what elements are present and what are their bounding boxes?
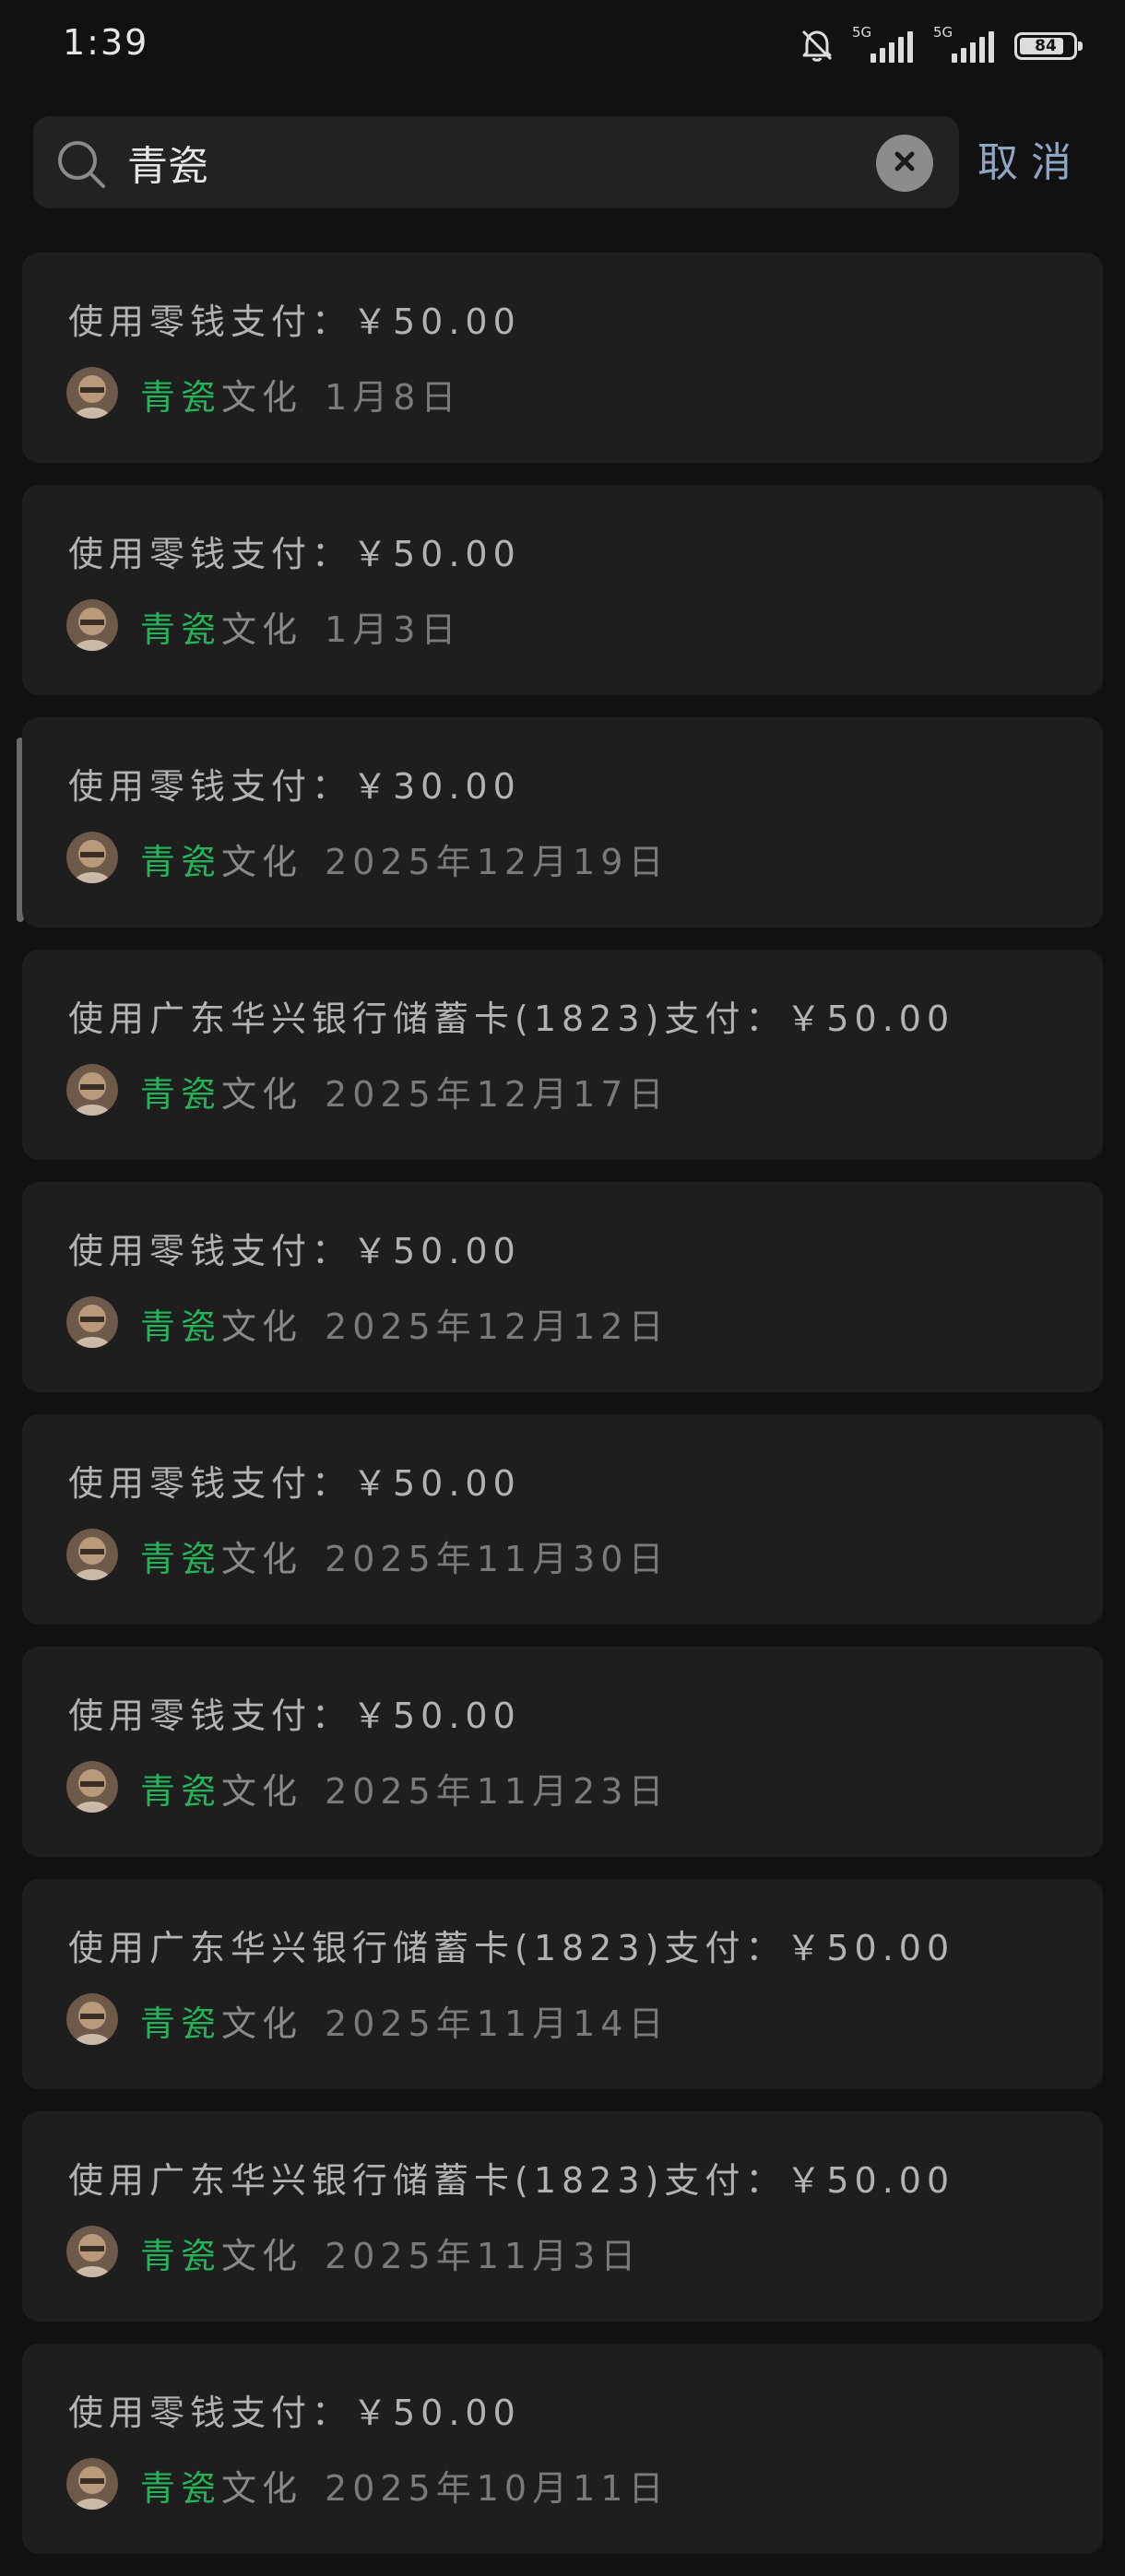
close-icon xyxy=(891,148,918,179)
record-keyword: 青瓷 xyxy=(140,1306,222,1347)
record-merchant-suffix: 文化 xyxy=(221,842,303,882)
record-date: 2025年11月3日 xyxy=(325,2236,642,2276)
record-keyword: 青瓷 xyxy=(140,1074,222,1115)
record-merchant-suffix: 文化 xyxy=(221,1306,303,1347)
list-item[interactable]: 使用零钱支付：￥50.00 青瓷文化 2025年10月11日 xyxy=(22,2344,1103,2554)
record-keyword: 青瓷 xyxy=(140,2236,222,2276)
record-keyword: 青瓷 xyxy=(140,1539,222,1579)
list-item[interactable]: 使用零钱支付：￥50.00 青瓷文化 1月8日 xyxy=(22,253,1103,463)
record-meta: 青瓷文化 2025年11月14日 xyxy=(140,1995,669,2046)
record-meta: 青瓷文化 2025年12月19日 xyxy=(140,833,669,884)
avatar xyxy=(66,367,118,419)
record-date: 2025年10月11日 xyxy=(325,2468,669,2509)
clear-search-button[interactable] xyxy=(876,135,933,192)
record-title: 使用零钱支付：￥50.00 xyxy=(68,534,521,574)
record-keyword: 青瓷 xyxy=(140,377,222,418)
signal-2-icon: 5G xyxy=(933,24,1000,65)
record-merchant-suffix: 文化 xyxy=(221,2003,303,2044)
record-list: 使用零钱支付：￥50.00 青瓷文化 1月8日 使用零钱支付：￥50.00 青瓷文… xyxy=(22,253,1103,2576)
record-keyword: 青瓷 xyxy=(140,842,222,882)
signal-1-icon: 5G xyxy=(852,24,918,65)
record-title: 使用广东华兴银行储蓄卡(1823)支付：￥50.00 xyxy=(68,998,955,1039)
cancel-button[interactable]: 取消 xyxy=(977,131,1084,195)
record-date: 2025年12月12日 xyxy=(325,1306,669,1347)
avatar xyxy=(66,599,118,651)
record-meta: 青瓷文化 2025年12月12日 xyxy=(140,1298,669,1349)
search-box[interactable] xyxy=(33,116,959,208)
record-title: 使用零钱支付：￥50.00 xyxy=(68,301,521,342)
record-meta: 青瓷文化 1月3日 xyxy=(140,601,461,652)
avatar xyxy=(66,1993,118,2045)
record-title: 使用零钱支付：￥30.00 xyxy=(68,766,521,807)
record-meta: 青瓷文化 2025年11月30日 xyxy=(140,1530,669,1581)
network-type-2: 5G xyxy=(933,24,953,41)
record-merchant-suffix: 文化 xyxy=(221,1074,303,1115)
status-icons: 5G 5G 84 xyxy=(797,24,1083,68)
list-item[interactable]: 使用广东华兴银行储蓄卡(1823)支付：￥50.00 青瓷文化 2025年11月3… xyxy=(22,2111,1103,2322)
mute-bell-icon xyxy=(797,24,837,68)
record-meta: 青瓷文化 2025年12月17日 xyxy=(140,1066,669,1117)
record-meta: 青瓷文化 1月8日 xyxy=(140,369,461,419)
record-title: 使用零钱支付：￥50.00 xyxy=(68,1231,521,1271)
search-icon xyxy=(55,138,107,190)
record-date: 2025年12月17日 xyxy=(325,1074,669,1115)
list-item[interactable]: 使用零钱支付：￥50.00 青瓷文化 2025年12月12日 xyxy=(22,1182,1103,1392)
record-title: 使用零钱支付：￥50.00 xyxy=(68,1463,521,1504)
record-date: 2025年11月14日 xyxy=(325,2003,669,2044)
record-date: 1月3日 xyxy=(325,609,462,650)
list-item[interactable]: 使用零钱支付：￥50.00 青瓷文化 2025年11月23日 xyxy=(22,1647,1103,1857)
record-title: 使用广东华兴银行储蓄卡(1823)支付：￥50.00 xyxy=(68,2160,955,2201)
record-keyword: 青瓷 xyxy=(140,1771,222,1812)
record-date: 2025年11月23日 xyxy=(325,1771,669,1812)
list-item[interactable]: 使用广东华兴银行储蓄卡(1823)支付：￥50.00 青瓷文化 2025年11月1… xyxy=(22,1879,1103,2089)
record-meta: 青瓷文化 2025年10月11日 xyxy=(140,2460,669,2511)
avatar xyxy=(66,1529,118,1580)
record-merchant-suffix: 文化 xyxy=(221,609,303,650)
list-item[interactable]: 使用广东华兴银行储蓄卡(1823)支付：￥50.00 青瓷文化 2025年12月1… xyxy=(22,950,1103,1160)
avatar xyxy=(66,2226,118,2277)
status-time: 1:39 xyxy=(63,22,149,63)
list-item[interactable]: 使用零钱支付：￥50.00 青瓷文化 2025年11月30日 xyxy=(22,1414,1103,1625)
record-title: 使用零钱支付：￥50.00 xyxy=(68,2393,521,2433)
record-merchant-suffix: 文化 xyxy=(221,2236,303,2276)
record-date: 2025年12月19日 xyxy=(325,842,669,882)
search-input[interactable] xyxy=(127,135,883,190)
avatar xyxy=(66,1064,118,1116)
status-bar: 1:39 5G 5G 84 xyxy=(0,0,1125,92)
avatar xyxy=(66,1761,118,1813)
record-keyword: 青瓷 xyxy=(140,2003,222,2044)
list-item[interactable]: 使用零钱支付：￥30.00 青瓷文化 2025年12月19日 xyxy=(22,717,1103,928)
record-date: 1月8日 xyxy=(325,377,462,418)
record-merchant-suffix: 文化 xyxy=(221,377,303,418)
avatar xyxy=(66,2458,118,2510)
record-keyword: 青瓷 xyxy=(140,2468,222,2509)
search-row: 取消 xyxy=(0,116,1125,208)
record-merchant-suffix: 文化 xyxy=(221,1539,303,1579)
list-item[interactable]: 使用零钱支付：￥50.00 青瓷文化 1月3日 xyxy=(22,485,1103,695)
network-type-1: 5G xyxy=(852,24,872,41)
record-meta: 青瓷文化 2025年11月3日 xyxy=(140,2227,641,2278)
record-keyword: 青瓷 xyxy=(140,609,222,650)
record-date: 2025年11月30日 xyxy=(325,1539,669,1579)
record-title: 使用零钱支付：￥50.00 xyxy=(68,1696,521,1736)
battery-icon: 84 xyxy=(1014,32,1083,60)
avatar xyxy=(66,832,118,883)
record-merchant-suffix: 文化 xyxy=(221,1771,303,1812)
record-merchant-suffix: 文化 xyxy=(221,2468,303,2509)
avatar xyxy=(66,1296,118,1348)
battery-percent: 84 xyxy=(1035,37,1057,55)
record-title: 使用广东华兴银行储蓄卡(1823)支付：￥50.00 xyxy=(68,1928,955,1968)
record-meta: 青瓷文化 2025年11月23日 xyxy=(140,1763,669,1814)
